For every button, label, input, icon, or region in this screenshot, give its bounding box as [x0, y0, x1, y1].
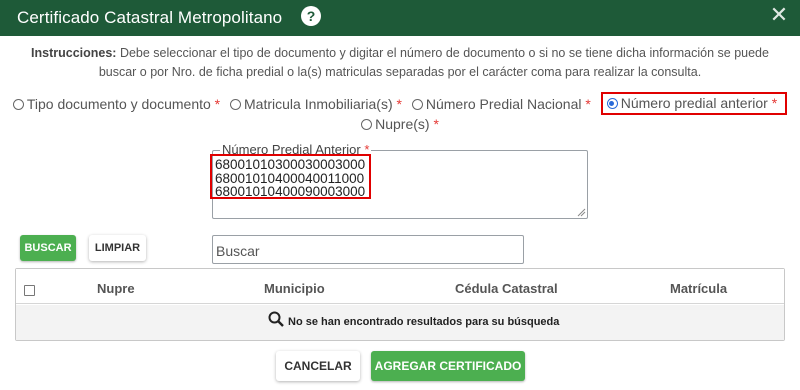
radio-label: Número Predial Nacional: [425, 95, 582, 112]
required-marker: *: [214, 95, 221, 112]
search-type-row-1: Tipo documento y documento * Matricula I…: [0, 92, 800, 115]
textarea-line: 68001010400090003000: [215, 184, 366, 199]
radio-label: Matricula Inmobiliaria(s): [244, 95, 393, 112]
search-input[interactable]: Buscar: [212, 235, 524, 264]
table-header: Nupre Municipio Cédula Catastral Matrícu…: [16, 269, 784, 304]
close-icon[interactable]: ✕: [768, 3, 790, 27]
radio-circle-icon: [411, 98, 423, 110]
select-all-checkbox[interactable]: [24, 285, 35, 296]
instructions-body: Debe seleccionar el tipo de documento y …: [98, 46, 769, 79]
column-header-matricula[interactable]: Matrícula: [670, 281, 727, 296]
radio-label: Número predial anterior: [620, 95, 768, 111]
column-header-nupre[interactable]: Nupre: [97, 281, 135, 296]
required-marker: *: [771, 95, 778, 111]
empty-message: No se han encontrado resultados para su …: [288, 316, 560, 328]
resize-handle-icon[interactable]: [577, 208, 586, 217]
add-certificate-button[interactable]: AGREGAR CERTIFICADO: [371, 351, 525, 381]
radio-label: Tipo documento y documento: [26, 95, 211, 112]
radio-numero-predial-anterior[interactable]: Número predial anterior *: [600, 92, 788, 115]
textarea-line: 68001010400040011000: [215, 170, 365, 186]
radio-circle-icon: [230, 98, 242, 110]
instructions-label: Instrucciones:: [31, 46, 117, 60]
radio-nupre[interactable]: Nupre(s) *: [361, 116, 439, 132]
required-marker: *: [433, 116, 439, 133]
radio-circle-icon: [361, 119, 373, 131]
radio-selected-icon: [606, 98, 618, 109]
dialog-header: Certificado Catastral Metropolitano ? ✕: [0, 0, 800, 36]
required-marker: *: [396, 95, 402, 112]
radio-label: Nupre(s): [375, 116, 430, 133]
textarea-line: 68001010300030003000: [215, 157, 366, 172]
search-type-row-2: Nupre(s) *: [0, 115, 800, 132]
column-header-municipio[interactable]: Municipio: [264, 281, 325, 296]
search-icon: [268, 311, 284, 327]
radio-numero-predial-nacional[interactable]: Número Predial Nacional *: [411, 95, 591, 112]
radio-matricula-inmobiliaria[interactable]: Matricula Inmobiliaria(s) *: [230, 96, 402, 112]
results-table: Nupre Municipio Cédula Catastral Matrícu…: [15, 268, 785, 341]
radio-tipo-documento[interactable]: Tipo documento y documento *: [12, 95, 221, 112]
textarea-value-highlight[interactable]: 68001010300030003000 6800101040004001100…: [210, 154, 371, 199]
required-marker: *: [585, 95, 591, 112]
cancel-button[interactable]: CANCELAR: [276, 351, 360, 381]
search-button[interactable]: BUSCAR: [20, 235, 76, 261]
table-empty-row: No se han encontrado resultados para su …: [16, 305, 784, 340]
help-icon[interactable]: ?: [301, 6, 321, 26]
radio-circle-icon: [12, 98, 24, 110]
dialog-title: Certificado Catastral Metropolitano: [17, 8, 283, 27]
clear-button[interactable]: LIMPIAR: [89, 235, 146, 261]
empty-state: No se han encontrado resultados para su …: [268, 311, 559, 328]
instructions-text: Instrucciones: Debe seleccionar el tipo …: [18, 44, 782, 82]
column-header-cedula-catastral[interactable]: Cédula Catastral: [455, 281, 558, 296]
